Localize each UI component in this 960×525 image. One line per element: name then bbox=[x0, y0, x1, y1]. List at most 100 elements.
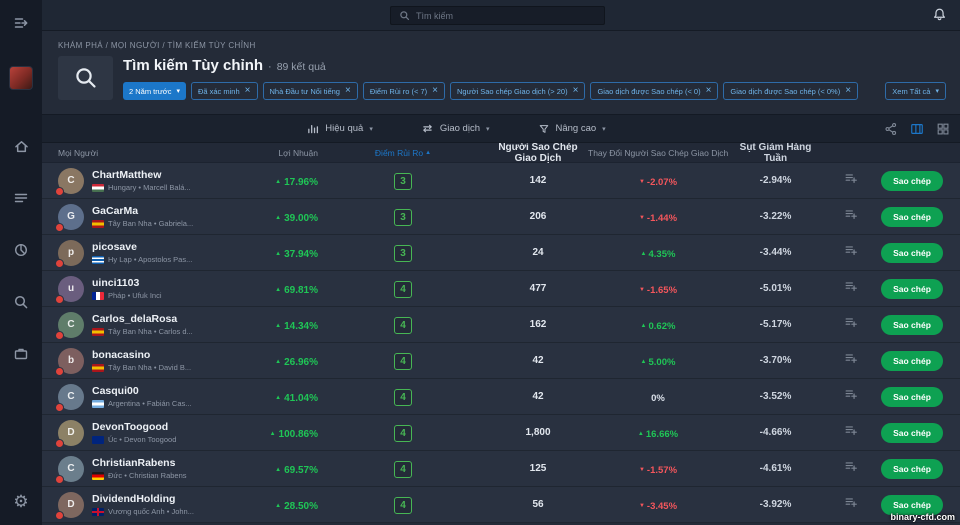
global-search[interactable] bbox=[390, 6, 605, 25]
search-icon[interactable] bbox=[0, 286, 42, 318]
close-icon[interactable]: × bbox=[245, 86, 251, 96]
feed-list-icon[interactable] bbox=[0, 182, 42, 214]
table-row[interactable]: D DividendHolding Vương quốc Anh • John.… bbox=[42, 487, 960, 523]
add-to-watchlist-button[interactable] bbox=[844, 459, 858, 473]
username[interactable]: Casqui00 bbox=[92, 385, 192, 397]
copy-button[interactable]: Sao chép bbox=[881, 243, 943, 263]
filter-chip[interactable]: Điểm Rủi ro (< 7) × bbox=[363, 82, 445, 100]
breadcrumb[interactable]: KHÁM PHÁ / MỌI NGƯỜI / TÌM KIẾM TÙY CHỈN… bbox=[42, 31, 960, 50]
table-row[interactable]: C Casqui00 Argentina • Fabián Cas... 41.… bbox=[42, 379, 960, 415]
add-to-watchlist-button[interactable] bbox=[844, 207, 858, 221]
risk-score[interactable]: 3 bbox=[394, 245, 412, 262]
search-input[interactable] bbox=[416, 11, 596, 21]
username[interactable]: DevonToogood bbox=[92, 421, 176, 433]
add-to-watchlist-button[interactable] bbox=[844, 279, 858, 293]
add-to-watchlist-button[interactable] bbox=[844, 423, 858, 437]
weekly-drawdown: -3.70% bbox=[728, 355, 823, 366]
avatar[interactable]: D bbox=[58, 420, 84, 446]
risk-score[interactable]: 4 bbox=[394, 281, 412, 298]
close-icon[interactable]: × bbox=[845, 86, 851, 96]
column-copiers-change[interactable]: Thay Đổi Người Sao Chép Giao Dịch bbox=[588, 148, 728, 158]
username[interactable]: DividendHolding bbox=[92, 493, 194, 505]
advanced-dropdown[interactable]: Nâng cao ▾ bbox=[538, 122, 606, 135]
gain-value: 41.04% bbox=[275, 393, 318, 404]
table-row[interactable]: p picosave Hy Lạp • Apostolos Pas... 37.… bbox=[42, 235, 960, 271]
avatar[interactable]: u bbox=[58, 276, 84, 302]
close-icon[interactable]: × bbox=[706, 86, 712, 96]
avatar[interactable]: G bbox=[58, 204, 84, 230]
grid-view-icon[interactable] bbox=[936, 122, 950, 136]
expand-menu-icon[interactable] bbox=[0, 8, 42, 38]
risk-score[interactable]: 4 bbox=[394, 317, 412, 334]
add-to-watchlist-button[interactable] bbox=[844, 387, 858, 401]
risk-score[interactable]: 3 bbox=[394, 173, 412, 190]
risk-score[interactable]: 4 bbox=[394, 497, 412, 514]
trading-dropdown[interactable]: Giao dịch ▾ bbox=[421, 122, 490, 135]
username[interactable]: Carlos_delaRosa bbox=[92, 313, 193, 325]
copy-button[interactable]: Sao chép bbox=[881, 351, 943, 371]
avatar[interactable]: C bbox=[58, 456, 84, 482]
copy-button[interactable]: Sao chép bbox=[881, 171, 943, 191]
table-row[interactable]: u uinci1103 Pháp • Ufuk Inci 69.81% 4 47… bbox=[42, 271, 960, 307]
performance-dropdown[interactable]: Hiệu quả ▾ bbox=[306, 122, 373, 135]
notifications-bell-icon[interactable] bbox=[932, 7, 947, 22]
copy-button[interactable]: Sao chép bbox=[881, 387, 943, 407]
table-row[interactable]: C ChartMatthew Hungary • Marcell Balá...… bbox=[42, 163, 960, 199]
profile-avatar[interactable] bbox=[9, 66, 33, 90]
username[interactable]: GaCarMa bbox=[92, 205, 193, 217]
close-icon[interactable]: × bbox=[345, 86, 351, 96]
risk-score[interactable]: 4 bbox=[394, 425, 412, 442]
add-to-watchlist-button[interactable] bbox=[844, 351, 858, 365]
view-all-dropdown[interactable]: Xem Tất cả ▾ bbox=[885, 82, 946, 100]
username[interactable]: uinci1103 bbox=[92, 277, 162, 289]
filter-chip[interactable]: Giao dịch được Sao chép (< 0) × bbox=[590, 82, 718, 100]
avatar[interactable]: b bbox=[58, 348, 84, 374]
avatar[interactable]: C bbox=[58, 312, 84, 338]
filter-chip[interactable]: Nhà Đầu tư Nổi tiếng × bbox=[263, 82, 358, 100]
username[interactable]: picosave bbox=[92, 241, 192, 253]
column-copiers[interactable]: Người Sao Chép Giao Dịch bbox=[488, 142, 588, 164]
table-row[interactable]: b bonacasino Tây Ban Nha • David B... 26… bbox=[42, 343, 960, 379]
copy-button[interactable]: Sao chép bbox=[881, 207, 943, 227]
add-to-watchlist-button[interactable] bbox=[844, 171, 858, 185]
copy-button[interactable]: Sao chép bbox=[881, 423, 943, 443]
risk-score[interactable]: 4 bbox=[394, 389, 412, 406]
username[interactable]: ChartMatthew bbox=[92, 169, 191, 181]
country-flag-icon bbox=[92, 400, 104, 408]
risk-score[interactable]: 4 bbox=[394, 353, 412, 370]
portfolio-pie-icon[interactable] bbox=[0, 234, 42, 266]
markets-briefcase-icon[interactable] bbox=[0, 338, 42, 370]
column-weekly-drawdown[interactable]: Sụt Giảm Hàng Tuần bbox=[728, 142, 823, 164]
period-filter-dropdown[interactable]: 2 Năm trước ▾ bbox=[123, 82, 186, 100]
avatar[interactable]: C bbox=[58, 384, 84, 410]
home-icon[interactable] bbox=[0, 130, 42, 162]
share-icon[interactable] bbox=[884, 122, 898, 136]
table-row[interactable]: C Carlos_delaRosa Tây Ban Nha • Carlos d… bbox=[42, 307, 960, 343]
column-risk-sorted[interactable]: Điểm Rủi Ro▲ bbox=[318, 148, 488, 158]
avatar[interactable]: C bbox=[58, 168, 84, 194]
table-view-icon[interactable] bbox=[910, 122, 924, 136]
close-icon[interactable]: × bbox=[573, 86, 579, 96]
column-people[interactable]: Mọi Người bbox=[58, 148, 218, 158]
close-icon[interactable]: × bbox=[432, 86, 438, 96]
username[interactable]: bonacasino bbox=[92, 349, 191, 361]
username[interactable]: ChristianRabens bbox=[92, 457, 187, 469]
filter-chip[interactable]: Giao dịch được Sao chép (< 0%) × bbox=[723, 82, 858, 100]
column-gain[interactable]: Lợi Nhuận bbox=[218, 148, 318, 158]
avatar[interactable]: p bbox=[58, 240, 84, 266]
table-row[interactable]: C ChristianRabens Đức • Christian Rabens… bbox=[42, 451, 960, 487]
risk-score[interactable]: 4 bbox=[394, 461, 412, 478]
filter-chip[interactable]: Người Sao chép Giao dịch (> 20) × bbox=[450, 82, 585, 100]
copy-button[interactable]: Sao chép bbox=[881, 315, 943, 335]
risk-score[interactable]: 3 bbox=[394, 209, 412, 226]
avatar[interactable]: D bbox=[58, 492, 84, 518]
table-row[interactable]: D DevonToogood Úc • Devon Toogood 100.86… bbox=[42, 415, 960, 451]
copy-button[interactable]: Sao chép bbox=[881, 459, 943, 479]
filter-chip[interactable]: Đã xác minh × bbox=[191, 82, 258, 100]
add-to-watchlist-button[interactable] bbox=[844, 495, 858, 509]
copy-button[interactable]: Sao chép bbox=[881, 279, 943, 299]
table-row[interactable]: G GaCarMa Tây Ban Nha • Gabriela... 39.0… bbox=[42, 199, 960, 235]
add-to-watchlist-button[interactable] bbox=[844, 243, 858, 257]
add-to-watchlist-button[interactable] bbox=[844, 315, 858, 329]
settings-gear-icon[interactable]: ⚙ bbox=[0, 487, 42, 517]
